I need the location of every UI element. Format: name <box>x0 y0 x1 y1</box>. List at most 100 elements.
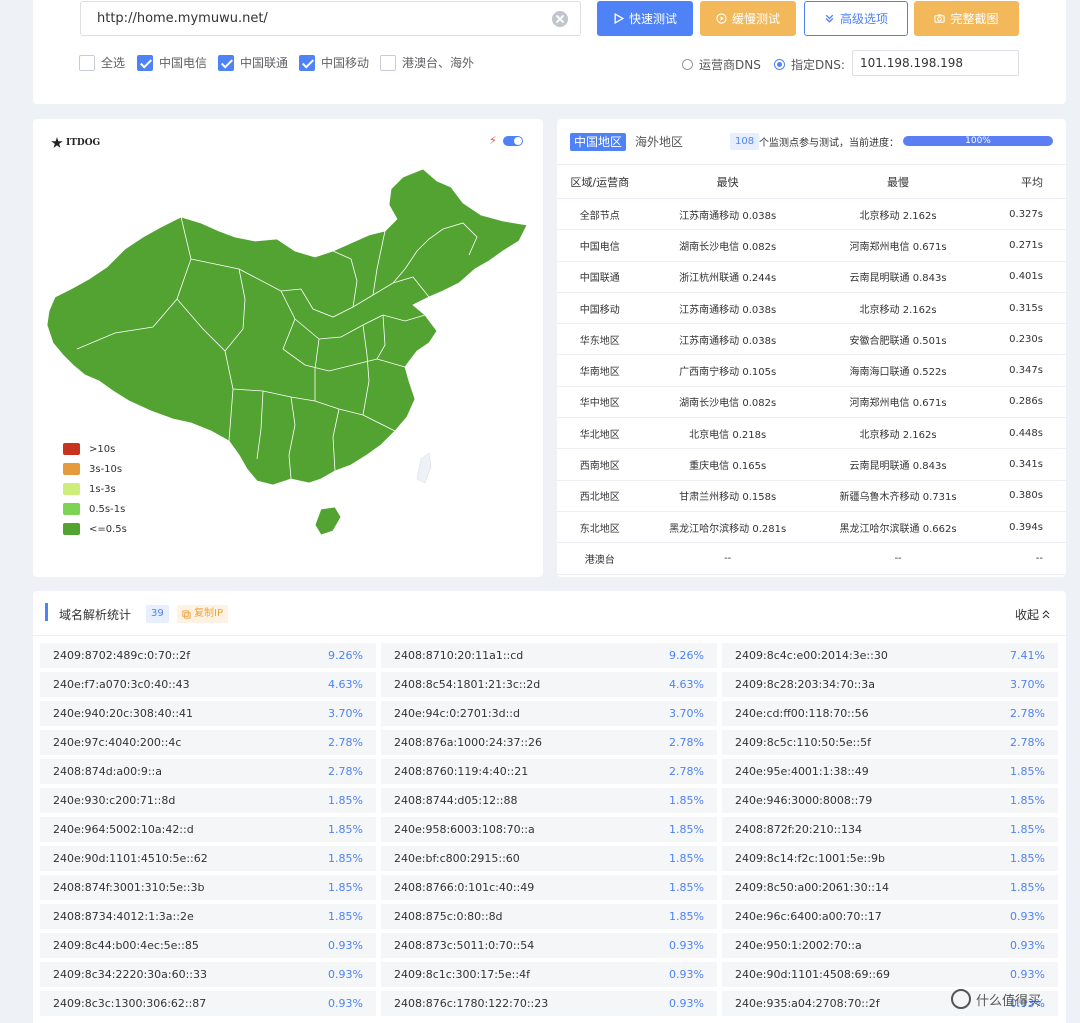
ip-list-item: 240e:90d:1101:4510:5e::62 1.85% <box>40 846 376 871</box>
ip-percentage: 1.85% <box>669 794 704 807</box>
checkbox-box[interactable] <box>299 54 315 71</box>
copy-ip-button[interactable]: 复制IP <box>177 605 228 623</box>
stats-table: 区域/运营商 最快 最慢 平均 全部节点 江苏南通移动 0.038s 北京移动 2.… <box>557 164 1066 575</box>
ip-address: 240e:95e:4001:1:38::49 <box>735 765 869 778</box>
slow-test-label: 缓慢测试 <box>731 12 780 26</box>
ip-address: 2409:8702:489c:0:70::2f <box>53 649 191 662</box>
table-row: 港澳台 -- -- -- <box>557 542 1066 575</box>
ip-percentage: 1.85% <box>1010 765 1045 778</box>
table-row: 华南地区 广西南宁移动 0.105s 海南海口联通 0.522s 0.347s <box>557 354 1066 387</box>
checkbox-overseas[interactable]: 港澳台、海外 <box>380 54 474 71</box>
table-row: 西北地区 甘肃兰州移动 0.158s 新疆乌鲁木齐移动 0.731s 0.380s <box>557 480 1066 512</box>
watermark-logo-icon <box>951 989 971 1009</box>
checkbox-box[interactable] <box>79 54 95 71</box>
stats-panel: 中国地区 海外地区 108 个监测点参与测试，当前进度： 100% 区域/运营商… <box>557 119 1066 577</box>
radio-isp-dns[interactable]: 运营商DNS <box>682 56 761 73</box>
checkbox-box[interactable] <box>218 54 234 71</box>
ip-list-item: 2408:8744:d05:12::88 1.85% <box>381 788 717 813</box>
double-chevron-down-icon <box>825 14 834 23</box>
ip-address: 240e:90d:1101:4510:5e::62 <box>53 852 208 865</box>
checkbox-box[interactable] <box>137 54 153 71</box>
ip-address: 2409:8c34:2220:30a:60::33 <box>53 968 207 981</box>
ip-percentage: 0.93% <box>669 968 704 981</box>
legend-item: <=0.5s <box>63 519 127 539</box>
table-cell: 华南地区 <box>557 354 643 387</box>
ip-percentage: 7.41% <box>1010 649 1045 662</box>
collapse-button[interactable]: 收起 <box>1015 606 1050 623</box>
ip-address: 2408:8c54:1801:21:3c::2d <box>394 678 541 691</box>
table-cell: 0.380s <box>983 480 1066 512</box>
ip-address: 2408:876c:1780:122:70::23 <box>394 997 549 1010</box>
map-toggle[interactable] <box>503 136 523 146</box>
table-cell: 0.347s <box>983 354 1066 387</box>
url-input[interactable]: http://home.mymuwu.net/ <box>80 1 581 36</box>
ip-percentage: 1.85% <box>328 794 363 807</box>
table-cell: 华东地区 <box>557 323 643 356</box>
radio-dot[interactable] <box>682 59 693 70</box>
ip-percentage: 3.70% <box>669 707 704 720</box>
ip-percentage: 0.93% <box>1010 939 1045 952</box>
dns-resolution-panel: 域名解析统计 39 复制IP 收起 2409:8702:489c:0:70::2… <box>33 591 1066 1023</box>
play-icon <box>614 13 624 24</box>
ip-list-item: 240e:bf:c800:2915::60 1.85% <box>381 846 717 871</box>
ip-percentage: 1.85% <box>328 852 363 865</box>
map-region-hainan <box>314 506 342 536</box>
map-legend: >10s 3s-10s 1s-3s 0.5s-1s <=0.5s <box>63 439 127 539</box>
table-cell: 江苏南通移动 0.038s <box>642 198 813 231</box>
ip-address: 2409:8c28:203:34:70::3a <box>735 678 876 691</box>
table-cell: 0.230s <box>983 323 1066 356</box>
ip-list-item: 2408:876a:1000:24:37::26 2.78% <box>381 730 717 755</box>
ip-list-item: 2408:872f:20:210::134 1.85% <box>722 817 1058 842</box>
table-cell: 0.286s <box>983 386 1066 419</box>
tab-overseas[interactable]: 海外地区 <box>635 133 683 151</box>
ip-percentage: 0.93% <box>1010 968 1045 981</box>
ip-list-item: 2408:875c:0:80::8d 1.85% <box>381 904 717 929</box>
ip-address: 240e:940:20c:308:40::41 <box>53 707 194 720</box>
ip-list-item: 240e:f7:a070:3c0:40::43 4.63% <box>40 672 376 697</box>
checkbox-mobile[interactable]: 中国移动 <box>299 54 369 71</box>
table-cell: -- <box>642 542 813 575</box>
table-cell: 0.401s <box>983 261 1066 293</box>
table-cell: 0.315s <box>983 292 1066 325</box>
checkbox-telecom[interactable]: 中国电信 <box>137 54 207 71</box>
slow-test-button[interactable]: 缓慢测试 <box>700 1 796 36</box>
table-cell: 北京移动 2.162s <box>812 417 984 450</box>
tab-china[interactable]: 中国地区 <box>570 133 627 151</box>
ip-address: 2409:8c5c:110:50:5e::5f <box>735 736 871 749</box>
legend-label: 3s-10s <box>89 463 123 475</box>
radio-dot[interactable] <box>774 59 785 70</box>
lightning-icon: ⚡ <box>489 134 497 147</box>
ip-percentage: 9.26% <box>669 649 704 662</box>
radio-custom-dns[interactable]: 指定DNS: <box>774 56 845 73</box>
fast-test-button[interactable]: 快速测试 <box>597 1 693 36</box>
ip-address: 240e:946:3000:8008::79 <box>735 794 873 807</box>
clear-icon[interactable] <box>552 11 568 27</box>
checkbox-label: 全选 <box>101 56 126 70</box>
table-row: 中国电信 湖南长沙电信 0.082s 河南郑州电信 0.671s 0.271s <box>557 229 1066 262</box>
checkbox-label: 港澳台、海外 <box>402 56 475 70</box>
dns-input[interactable]: 101.198.198.198 <box>852 50 1019 76</box>
legend-swatch <box>63 443 80 455</box>
table-cell: 湖南长沙电信 0.082s <box>642 386 813 419</box>
table-cell: 新疆乌鲁木齐移动 0.731s <box>812 480 984 512</box>
monitor-count-badge: 108 <box>730 133 760 150</box>
checkbox-select-all[interactable]: 全选 <box>79 54 125 71</box>
table-cell: 甘肃兰州移动 0.158s <box>642 480 813 512</box>
column-header: 区域/运营商 <box>557 164 643 199</box>
legend-swatch <box>63 483 80 495</box>
ip-percentage: 0.93% <box>669 997 704 1010</box>
legend-label: 1s-3s <box>89 483 116 495</box>
ip-address: 2409:8c50:a00:2061:30::14 <box>735 881 889 894</box>
ip-list-item: 2409:8c44:b00:4ec:5e::85 0.93% <box>40 933 376 958</box>
ip-address: 2409:8c14:f2c:1001:5e::9b <box>735 852 885 865</box>
ip-list-item: 240e:946:3000:8008::79 1.85% <box>722 788 1058 813</box>
advanced-options-button[interactable]: 高级选项 <box>804 1 908 36</box>
checkbox-box[interactable] <box>380 54 396 71</box>
ip-address: 240e:958:6003:108:70::a <box>394 823 535 836</box>
advanced-options-label: 高级选项 <box>839 12 888 26</box>
full-screenshot-button[interactable]: 完整截图 <box>914 1 1019 36</box>
checkbox-label: 中国联通 <box>240 56 289 70</box>
checkbox-unicom[interactable]: 中国联通 <box>218 54 288 71</box>
table-cell: 0.327s <box>983 198 1066 231</box>
table-row: 东北地区 黑龙江哈尔滨移动 0.281s 黑龙江哈尔滨联通 0.662s 0.394s <box>557 511 1066 544</box>
